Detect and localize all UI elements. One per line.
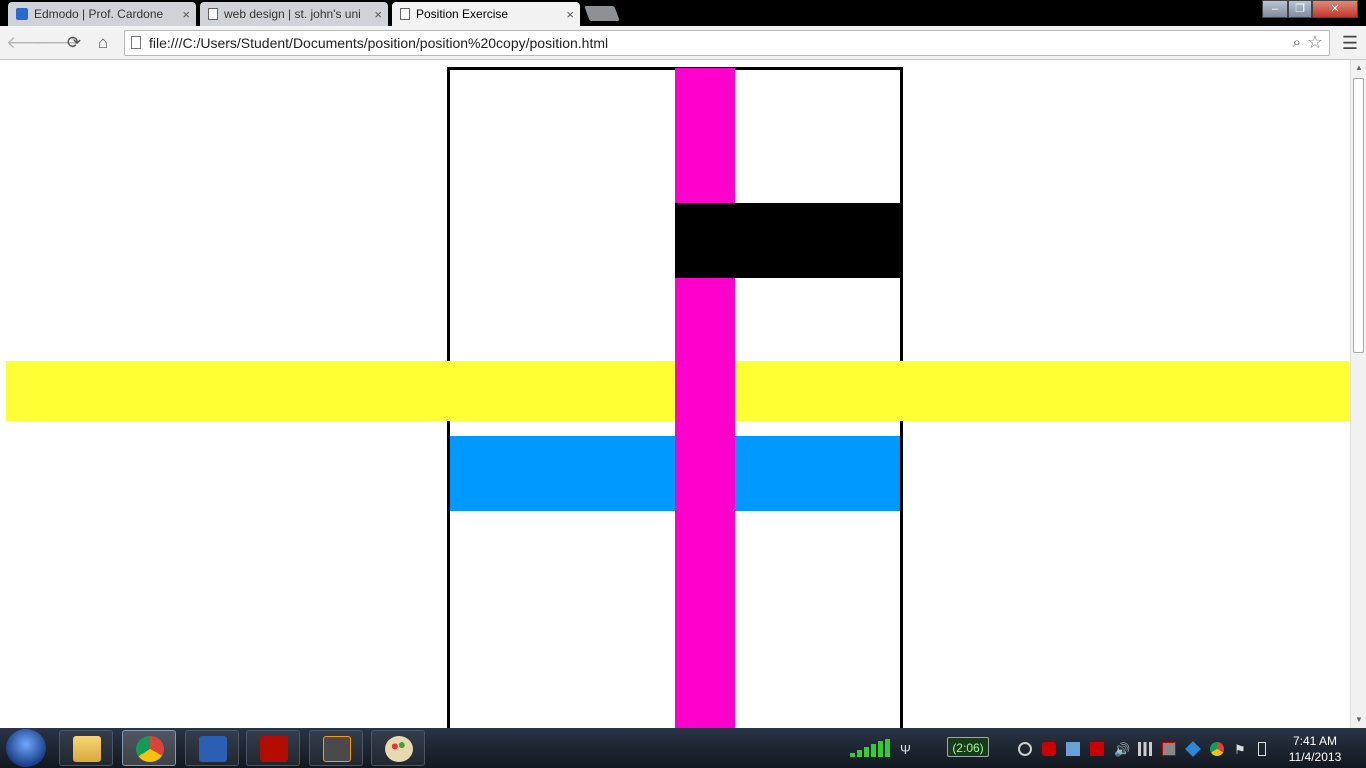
taskbar-google-chrome[interactable] — [122, 730, 176, 766]
tab-label: Edmodo | Prof. Cardone — [34, 7, 164, 21]
speaker-icon[interactable]: 🔊 — [1114, 742, 1130, 757]
vertical-scrollbar[interactable]: ▲ ▼ — [1350, 60, 1366, 728]
yellow-bar-right — [735, 361, 1349, 421]
chrome-tray-icon[interactable] — [1210, 742, 1224, 756]
back-arrow-icon[interactable]: 🡐 — [6, 32, 52, 54]
tab-close-icon[interactable]: × — [182, 7, 190, 22]
system-clock[interactable]: 7:41 AM 11/4/2013 — [1284, 733, 1346, 765]
yellow-bar-left — [6, 361, 675, 421]
minimize-button[interactable]: – — [1262, 0, 1288, 18]
forward-arrow-icon[interactable]: 🡒 — [34, 32, 80, 54]
black-box — [675, 203, 900, 278]
home-icon[interactable]: ⌂ — [92, 32, 114, 54]
tab-position-exercise[interactable]: Position Exercise × — [392, 2, 580, 26]
browser-toolbar: 🡐 🡒 ⟳ ⌂ file:///C:/Users/Student/Documen… — [0, 26, 1366, 60]
taskbar-paint[interactable] — [371, 730, 425, 766]
scroll-down-arrow-icon[interactable]: ▼ — [1353, 715, 1365, 724]
battery-timer-badge[interactable]: (2:06) — [947, 737, 989, 757]
action-center-flag-icon[interactable]: ⚑ — [1234, 742, 1248, 757]
page-icon — [400, 8, 410, 20]
clock-date: 11/4/2013 — [1288, 750, 1342, 764]
scrollbar-thumb[interactable] — [1353, 78, 1364, 353]
address-bar[interactable]: file:///C:/Users/Student/Documents/posit… — [124, 30, 1330, 56]
page-icon — [208, 8, 218, 20]
taskbar-adobe-reader[interactable] — [246, 730, 300, 766]
folder-icon — [73, 736, 101, 762]
wireless-antenna-icon[interactable]: Ψ — [900, 742, 914, 757]
network-signal-icon[interactable] — [850, 739, 892, 757]
scroll-up-arrow-icon[interactable]: ▲ — [1353, 63, 1365, 72]
edmodo-icon — [16, 8, 28, 20]
taskbar-windows-explorer[interactable] — [59, 730, 113, 766]
word-icon — [199, 736, 227, 762]
clock-time: 7:41 AM — [1292, 734, 1338, 748]
start-button[interactable] — [6, 729, 46, 767]
magenta-bar — [675, 68, 735, 728]
adobe-updater-icon[interactable] — [1090, 742, 1104, 756]
battery-icon[interactable] — [1258, 742, 1266, 756]
new-tab-button[interactable] — [584, 6, 620, 21]
tab-edmodo[interactable]: Edmodo | Prof. Cardone × — [8, 2, 196, 26]
tab-close-icon[interactable]: × — [374, 7, 382, 22]
page-icon — [131, 36, 141, 49]
taskbar-sublime-text[interactable] — [309, 730, 363, 766]
close-window-button[interactable]: ✕ — [1312, 0, 1358, 18]
signal-bars-icon[interactable] — [1138, 742, 1152, 756]
tab-label: web design | st. john's uni — [224, 7, 361, 21]
network-disconnected-icon[interactable] — [1162, 742, 1176, 756]
adobe-reader-icon — [260, 736, 288, 762]
reload-icon[interactable]: ⟳ — [63, 32, 85, 54]
url-text[interactable]: file:///C:/Users/Student/Documents/posit… — [149, 35, 608, 51]
tab-close-icon[interactable]: × — [566, 7, 574, 22]
search-icon[interactable]: ⌕ — [1293, 34, 1301, 51]
tab-label: Position Exercise — [416, 7, 509, 21]
paint-palette-icon — [385, 736, 413, 762]
blue-bar-right — [735, 436, 900, 511]
chrome-menu-icon[interactable]: ☰ — [1340, 33, 1360, 53]
restore-button[interactable]: ❐ — [1288, 0, 1312, 18]
computer-icon[interactable] — [1066, 742, 1080, 756]
page-viewport — [0, 60, 1350, 728]
link-icon[interactable] — [1018, 742, 1032, 756]
mcafee-shield-icon[interactable] — [1042, 742, 1056, 756]
browser-title-bar: Edmodo | Prof. Cardone × web design | st… — [0, 0, 1366, 26]
blue-bar-left — [450, 436, 675, 511]
taskbar-microsoft-word[interactable] — [185, 730, 239, 766]
sublime-text-icon — [323, 736, 351, 762]
bookmark-star-icon[interactable]: ☆ — [1307, 32, 1323, 53]
chrome-icon — [136, 736, 164, 762]
tab-web-design[interactable]: web design | st. john's uni × — [200, 2, 388, 26]
